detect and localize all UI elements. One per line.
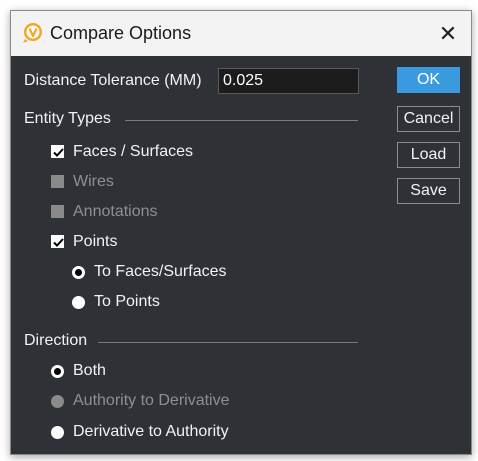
- direction-derivative-label: Derivative to Authority: [73, 423, 229, 440]
- check-icon: [53, 238, 64, 247]
- v-logo-icon: [21, 21, 45, 45]
- to-points-label: To Points: [94, 293, 160, 310]
- direction-heading: Direction: [24, 332, 88, 349]
- dialog-title: Compare Options: [50, 23, 192, 43]
- faces-checkbox[interactable]: [51, 145, 64, 158]
- load-button[interactable]: Load: [397, 142, 460, 168]
- faces-label: Faces / Surfaces: [73, 143, 194, 160]
- annotations-checkbox: [51, 205, 64, 218]
- points-checkbox[interactable]: [51, 235, 64, 248]
- annotations-label: Annotations: [73, 203, 158, 220]
- direction-both-label: Both: [73, 362, 106, 379]
- to-faces-label: To Faces/Surfaces: [94, 263, 227, 280]
- direction-separator: [98, 342, 358, 343]
- compare-options-dialog: Compare Options ✕ Distance Tolerance (MM…: [10, 10, 472, 455]
- tolerance-input[interactable]: [218, 68, 359, 94]
- ok-button[interactable]: OK: [397, 67, 460, 93]
- save-button[interactable]: Save: [397, 178, 460, 204]
- title-bar: Compare Options ✕: [11, 11, 471, 56]
- to-points-radio[interactable]: [72, 296, 85, 309]
- entity-types-separator: [125, 120, 358, 121]
- points-label: Points: [73, 233, 118, 250]
- close-icon: ✕: [438, 20, 458, 46]
- wires-checkbox: [51, 175, 64, 188]
- direction-derivative-radio[interactable]: [51, 426, 64, 439]
- check-icon: [53, 148, 64, 157]
- dialog-body: Distance Tolerance (MM) OK Cancel Load S…: [11, 56, 471, 454]
- direction-authority-radio: [51, 395, 64, 408]
- tolerance-label: Distance Tolerance (MM): [24, 72, 202, 89]
- entity-types-heading: Entity Types: [24, 110, 111, 127]
- to-faces-radio[interactable]: [72, 266, 85, 279]
- cancel-button[interactable]: Cancel: [397, 106, 460, 132]
- direction-both-radio[interactable]: [51, 365, 64, 378]
- direction-authority-label: Authority to Derivative: [73, 392, 230, 409]
- wires-label: Wires: [73, 173, 114, 190]
- close-button[interactable]: ✕: [425, 11, 471, 56]
